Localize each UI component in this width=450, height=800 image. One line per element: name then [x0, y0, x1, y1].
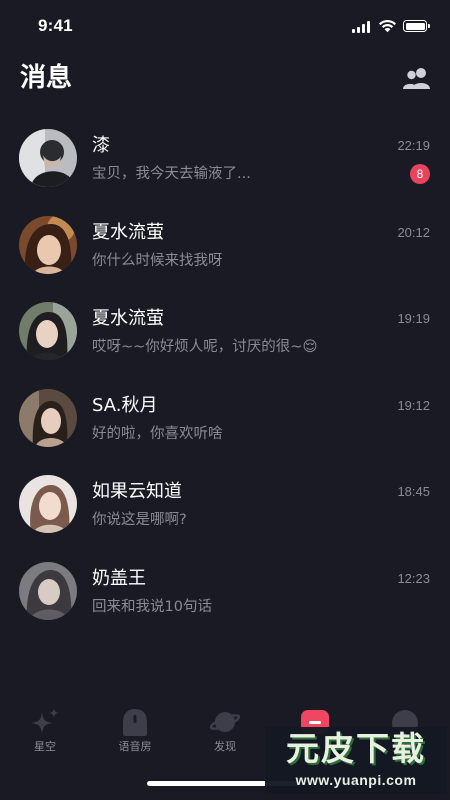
- avatar[interactable]: [19, 129, 77, 187]
- avatar[interactable]: [19, 388, 77, 447]
- conversation-item[interactable]: 如果云知道 你说这是哪啊? 18:45: [0, 462, 450, 549]
- contact-name: 夏水流萤: [92, 221, 164, 243]
- avatar-photo: [19, 215, 77, 274]
- avatar[interactable]: [19, 302, 77, 361]
- avatar-photo: [19, 129, 77, 187]
- avatar-photo: [19, 475, 77, 534]
- message-preview: 好的啦，你喜欢听啥: [92, 425, 223, 442]
- status-time: 9:41: [38, 16, 73, 35]
- avatar-photo: [19, 302, 77, 361]
- avatar[interactable]: [19, 561, 77, 620]
- message-preview: 回来和我说10句话: [92, 598, 212, 615]
- message-preview: 宝贝，我今天去输液了...: [92, 166, 251, 182]
- tab-label: 发现: [214, 740, 236, 753]
- contact-name: 夏水流萤: [92, 308, 164, 330]
- contact-name: 漆: [92, 135, 110, 156]
- avatar[interactable]: [19, 475, 77, 534]
- message-preview: 哎呀~~你好烦人呢，讨厌的很~😌: [92, 339, 318, 356]
- planet-icon: [210, 712, 240, 732]
- tab-voice-room[interactable]: 语音房: [90, 700, 180, 772]
- tab-label: 星空: [34, 740, 56, 753]
- conversation-item[interactable]: 奶盖王 回来和我说10句话 12:23: [0, 549, 450, 636]
- message-time: 20:12: [397, 224, 430, 240]
- sparkle-icon: [31, 708, 59, 734]
- contact-name: 奶盖王: [92, 567, 146, 589]
- avatar-photo: [19, 561, 77, 620]
- battery-icon: [403, 20, 430, 32]
- wifi-icon: [379, 19, 396, 33]
- avatar[interactable]: [19, 215, 77, 274]
- voice-room-icon: [123, 709, 147, 736]
- conversation-item[interactable]: 漆 宝贝，我今天去输液了... 22:19 8: [0, 116, 450, 203]
- message-time: 18:45: [397, 484, 430, 500]
- message-time: 19:12: [397, 397, 430, 413]
- watermark-logo: 元皮下载: [286, 729, 426, 768]
- tab-starry-sky[interactable]: 星空: [0, 700, 90, 772]
- cellular-signal-icon: [352, 21, 372, 33]
- conversation-item[interactable]: SA.秋月 好的啦，你喜欢听啥 19:12: [0, 376, 450, 463]
- watermark-url: www.yuanpi.com: [295, 772, 417, 788]
- message-preview: 你说这是哪啊?: [92, 512, 187, 529]
- unread-badge: 8: [410, 164, 430, 184]
- message-time: 12:23: [397, 570, 430, 586]
- conversation-item[interactable]: 夏水流萤 哎呀~~你好烦人呢，讨厌的很~😌 19:19: [0, 289, 450, 376]
- message-time: 22:19: [397, 138, 430, 153]
- watermark: 元皮下载 www.yuanpi.com: [265, 727, 447, 794]
- contact-name: SA.秋月: [92, 394, 158, 416]
- message-time: 19:19: [397, 311, 430, 327]
- conversation-list: 漆 宝贝，我今天去输液了... 22:19 8 夏水流萤 你什么时候来找我呀 2…: [0, 116, 450, 636]
- avatar-photo: [19, 388, 77, 447]
- page-title: 消息: [20, 63, 73, 93]
- contact-name: 如果云知道: [92, 481, 182, 503]
- contacts-icon: [403, 68, 430, 89]
- tab-discover[interactable]: 发现: [180, 700, 270, 772]
- contacts-button[interactable]: [402, 66, 432, 92]
- message-preview: 你什么时候来找我呀: [92, 252, 223, 269]
- status-bar: 9:41: [0, 0, 450, 54]
- conversation-item[interactable]: 夏水流萤 你什么时候来找我呀 20:12: [0, 203, 450, 290]
- tab-label: 语音房: [118, 740, 152, 753]
